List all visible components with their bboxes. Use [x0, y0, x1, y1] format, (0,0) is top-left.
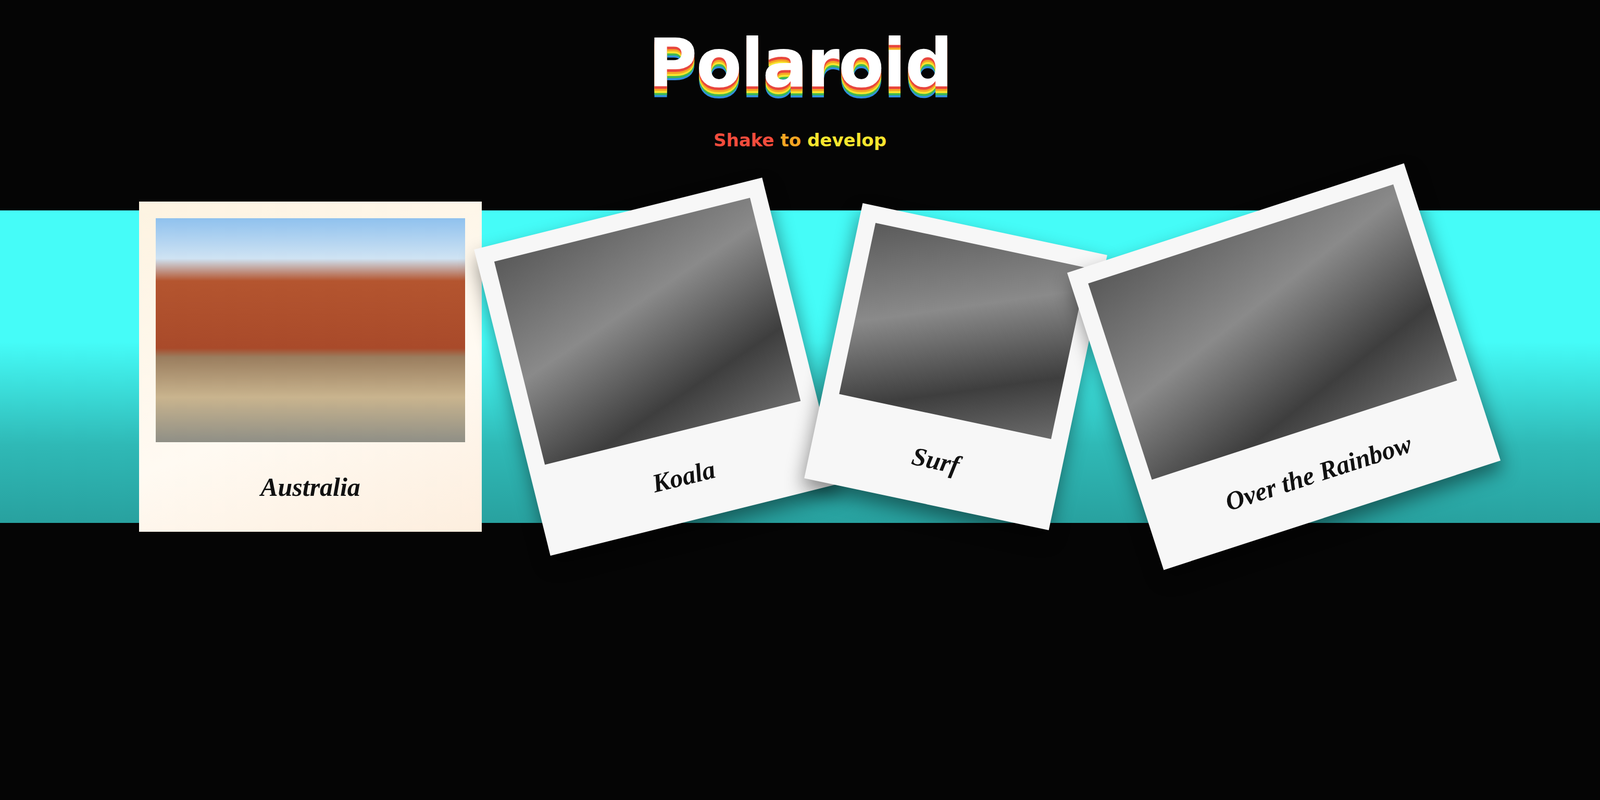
logo-title: Polaroid [648, 27, 953, 101]
subtitle-word: develop [807, 129, 887, 151]
polaroid-card[interactable]: Koala [473, 177, 839, 556]
subtitle-word: Shake [713, 129, 774, 151]
page: Polaroid Shaketodevelop AustraliaKoalaSurf… [0, 0, 1600, 800]
polaroid-photo [839, 222, 1088, 440]
polaroid-photo [155, 218, 466, 443]
subtitle-word: to [780, 129, 802, 151]
subtitle: Shaketodevelop [713, 129, 887, 151]
photo-strip: AustraliaKoalaSurfOver the Rainbow [0, 210, 1600, 523]
polaroid-card[interactable]: Australia [139, 201, 482, 532]
polaroid-card[interactable]: Surf [804, 203, 1108, 531]
polaroid-caption: Australia [155, 442, 466, 532]
polaroid-photo [494, 197, 801, 465]
polaroid-card[interactable]: Over the Rainbow [1067, 163, 1501, 571]
